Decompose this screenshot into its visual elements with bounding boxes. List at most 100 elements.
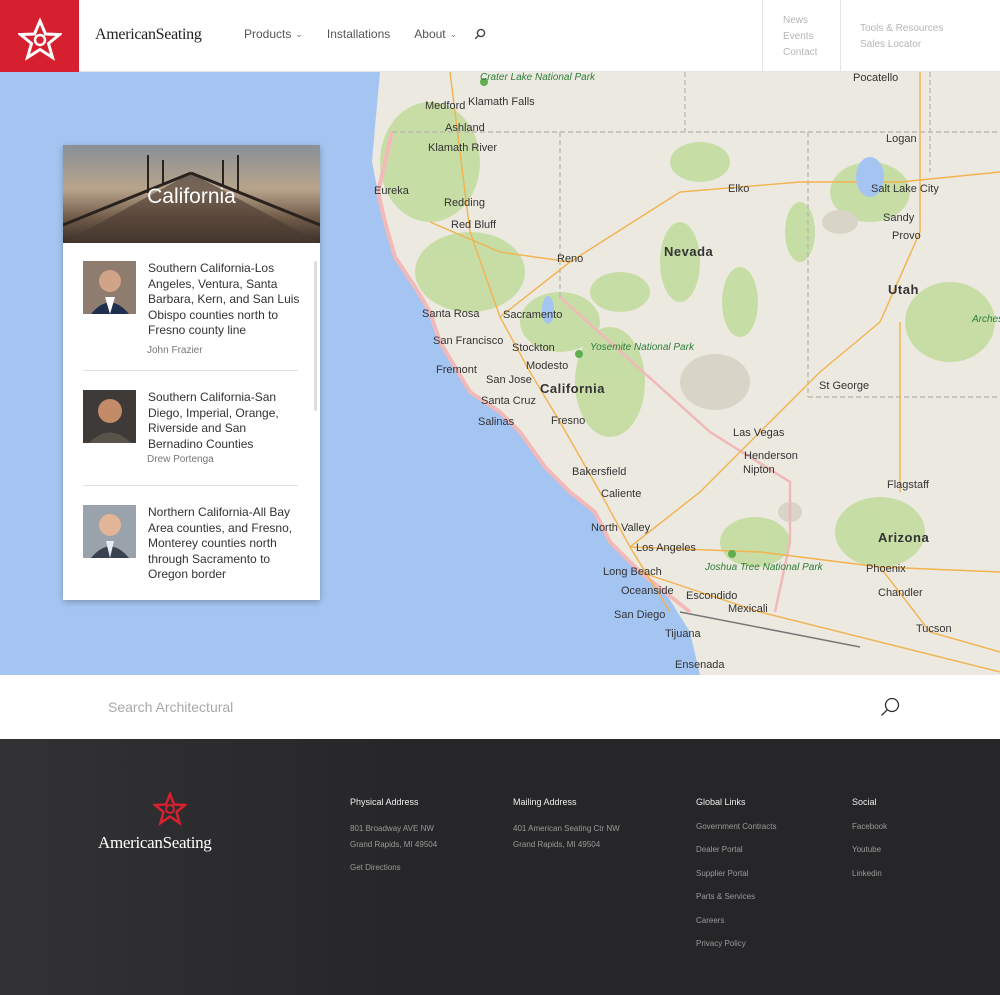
map-label-flagstaff: Flagstaff	[887, 479, 929, 491]
map-label-las-vegas: Las Vegas	[733, 427, 785, 439]
avatar	[83, 390, 136, 443]
careers-link[interactable]: Careers	[696, 909, 776, 932]
get-directions-link[interactable]: Get Directions	[350, 860, 437, 876]
utility-links-secondary: Tools & Resources Sales Locator	[840, 0, 1000, 72]
map-label-st-george: St George	[819, 380, 870, 392]
map-label-long-beach: Long Beach	[603, 566, 662, 578]
map-label-stockton: Stockton	[512, 342, 555, 354]
divider	[83, 370, 298, 371]
map-label-santa-cruz: Santa Cruz	[481, 395, 537, 407]
mailing-address-line2: Grand Rapids, MI 49504	[513, 840, 601, 849]
map-label-red-bluff: Red Bluff	[451, 219, 497, 231]
rep-list-scrollbar[interactable]	[314, 261, 317, 411]
nav-installations-label: Installations	[326, 27, 391, 41]
rep-list[interactable]: Southern California-Los Angeles, Ventura…	[63, 243, 320, 600]
map-label-north-valley: North Valley	[591, 522, 651, 534]
mailing-address-heading: Mailing Address	[513, 797, 577, 807]
facebook-link[interactable]: Facebook	[852, 815, 887, 838]
map-label-yosemite: Yosemite National Park	[590, 342, 694, 353]
map-label-tucson: Tucson	[916, 623, 952, 635]
youtube-link[interactable]: Youtube	[852, 838, 887, 861]
map-label-joshua-tree: Joshua Tree National Park	[705, 562, 823, 573]
map-label-klamath-river: Klamath River	[428, 142, 498, 154]
tools-resources-link[interactable]: Tools & Resources	[860, 21, 1000, 37]
government-contracts-link[interactable]: Government Contracts	[696, 815, 776, 838]
map-label-logan: Logan	[886, 133, 917, 145]
global-links: Global Links Government Contracts Dealer…	[696, 797, 776, 955]
news-link[interactable]: News	[783, 13, 840, 29]
map-label-san-francisco: San Francisco	[433, 335, 504, 347]
social-links: Social Facebook Youtube Linkedin	[852, 797, 887, 885]
footer-brand[interactable]: AmericanSeating	[98, 833, 212, 853]
social-heading: Social	[852, 797, 877, 807]
region-title: California	[147, 185, 236, 208]
rep-name: John Frazier	[147, 345, 203, 356]
map-label-arizona: Arizona	[878, 530, 930, 545]
map-label-provo: Provo	[892, 230, 921, 242]
map-label-utah: Utah	[888, 282, 919, 297]
map-label-oceanside: Oceanside	[621, 585, 674, 597]
physical-address-heading: Physical Address	[350, 797, 419, 807]
region-hero-image: California	[63, 145, 320, 243]
map-label-escondido: Escondido	[686, 590, 738, 602]
map-label-ensenada: Ensenada	[675, 659, 725, 671]
rep-entry[interactable]: Southern California-San Diego, Imperial,…	[83, 390, 298, 480]
nav-products[interactable]: Products ⌄	[244, 27, 303, 41]
main-nav: Products ⌄ Installations About ⌄	[244, 27, 457, 41]
nav-about[interactable]: About ⌄	[414, 27, 457, 41]
rep-entry[interactable]: Southern California-Los Angeles, Ventura…	[83, 261, 299, 371]
search-input[interactable]	[106, 695, 806, 719]
privacy-policy-link[interactable]: Privacy Policy	[696, 932, 776, 955]
chevron-down-icon: ⌄	[449, 28, 458, 39]
chevron-down-icon: ⌄	[295, 28, 303, 39]
dealer-portal-link[interactable]: Dealer Portal	[696, 838, 776, 861]
map-label-reno: Reno	[557, 253, 584, 265]
global-links-heading: Global Links	[696, 797, 746, 807]
physical-address-line2: Grand Rapids, MI 49504	[350, 840, 438, 849]
map-label-fresno: Fresno	[551, 415, 586, 427]
map-label-pocatello: Pocatello	[853, 72, 899, 84]
map-label-san-jose: San Jose	[486, 374, 532, 386]
rep-territory: Northern California-All Bay Area countie…	[148, 505, 293, 581]
map-label-ashland: Ashland	[445, 122, 485, 134]
map-label-eureka: Eureka	[374, 185, 409, 197]
map-label-redding: Redding	[444, 197, 485, 209]
architectural-search-bar	[0, 675, 1000, 739]
map-label-modesto: Modesto	[526, 360, 569, 372]
site-footer: AmericanSeating Physical Address 801 Bro…	[0, 739, 1000, 995]
contact-link[interactable]: Contact	[783, 45, 840, 61]
map-label-medford: Medford	[425, 100, 466, 112]
map-label-salinas: Salinas	[478, 416, 515, 428]
divider	[83, 485, 298, 486]
map-label-sacramento: Sacramento	[503, 309, 563, 321]
nav-about-label: About	[414, 27, 446, 41]
rep-territory: Southern California-San Diego, Imperial,…	[148, 390, 279, 451]
site-header: AmericanSeating Products ⌄ Installations…	[0, 0, 1000, 80]
map-label-caliente: Caliente	[601, 488, 642, 500]
map-label-phoenix: Phoenix	[866, 563, 906, 575]
parts-services-link[interactable]: Parts & Services	[696, 885, 776, 908]
map-label-crater-lake: Crater Lake National Park	[480, 72, 596, 83]
search-icon[interactable]	[878, 696, 902, 720]
search-icon[interactable]	[474, 27, 486, 45]
logo-star-icon[interactable]	[0, 0, 79, 80]
map-label-los-angeles: Los Angeles	[636, 542, 696, 554]
map-label-salt-lake: Salt Lake City	[871, 183, 939, 195]
linkedin-link[interactable]: Linkedin	[852, 862, 887, 885]
events-link[interactable]: Events	[783, 29, 840, 45]
map-label-california: California	[540, 381, 605, 396]
map-label-nipton: Nipton	[743, 464, 775, 476]
mailing-address: Mailing Address 401 American Seating Ctr…	[513, 797, 620, 853]
brand-wordmark[interactable]: AmericanSeating	[95, 26, 202, 44]
rep-name: Drew Portenga	[147, 454, 214, 465]
sales-locator-link[interactable]: Sales Locator	[860, 37, 1000, 53]
map-label-elko: Elko	[728, 183, 750, 195]
mailing-address-line1: 401 American Seating Ctr NW	[513, 824, 620, 833]
nav-installations[interactable]: Installations	[327, 27, 390, 41]
rep-entry[interactable]: Northern California-All Bay Area countie…	[83, 505, 298, 600]
rep-territory: Southern California-Los Angeles, Ventura…	[148, 261, 300, 337]
map-label-chandler: Chandler	[878, 587, 923, 599]
utility-links-primary: News Events Contact	[762, 0, 840, 72]
supplier-portal-link[interactable]: Supplier Portal	[696, 862, 776, 885]
avatar	[83, 505, 136, 558]
